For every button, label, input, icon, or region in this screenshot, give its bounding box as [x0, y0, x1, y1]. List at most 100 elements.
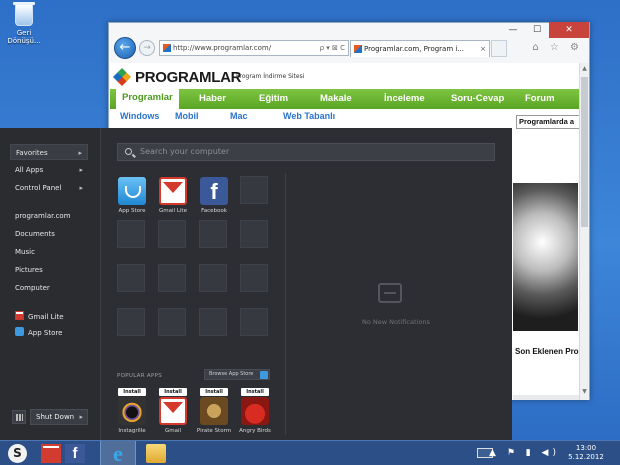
apps-grid-icon[interactable]: [12, 410, 26, 424]
empty-app-slot[interactable]: [240, 176, 268, 204]
site-main-nav: Programlar Haber Eğitim Makale İnceleme …: [110, 88, 580, 110]
instagrille-icon: [118, 397, 146, 425]
empty-app-slot[interactable]: [240, 220, 268, 248]
app-name: Instagrille: [118, 428, 146, 434]
popular-app-instagrille[interactable]: Instagrille: [112, 397, 152, 434]
site-search-input[interactable]: Programlarda a: [516, 115, 580, 129]
shutdown-button[interactable]: Shut Down ▸: [30, 409, 88, 425]
empty-app-slot[interactable]: [158, 308, 186, 336]
notifications-empty-text: No New Notifications: [362, 318, 430, 326]
sidebar-item-documents[interactable]: Documents: [10, 226, 88, 242]
app-tile-app-store[interactable]: App Store: [112, 177, 152, 214]
empty-app-slot[interactable]: [240, 264, 268, 292]
tab-close-icon[interactable]: ×: [480, 41, 486, 57]
app-name: App Store: [118, 208, 146, 214]
taskbar-facebook-icon[interactable]: f: [65, 444, 85, 463]
empty-app-slot[interactable]: [199, 308, 227, 336]
nav-forum[interactable]: Forum: [525, 89, 555, 109]
recycle-bin[interactable]: Geri Dönüşü...: [5, 2, 43, 45]
clock-date: 5.12.2012: [568, 453, 604, 461]
forward-button[interactable]: →: [139, 40, 155, 56]
nav-makale[interactable]: Makale: [320, 89, 352, 109]
empty-app-slot[interactable]: [158, 264, 186, 292]
search-icon: [125, 148, 132, 155]
sidebar-item-control-panel[interactable]: Control Panel ▸: [10, 180, 88, 196]
pirate-storm-icon: [200, 397, 228, 425]
taskbar-gmail-icon[interactable]: [41, 444, 61, 463]
empty-app-slot[interactable]: [117, 220, 145, 248]
empty-app-slot[interactable]: [158, 220, 186, 248]
featured-image[interactable]: [513, 183, 578, 331]
tab-favicon-icon: [354, 45, 362, 53]
gmail-icon: [15, 311, 24, 320]
subnav-web-tabanli[interactable]: Web Tabanlı: [283, 111, 335, 121]
app-store-icon: [118, 177, 146, 205]
install-button-gmail[interactable]: Install: [159, 388, 187, 396]
start-sidebar: Favorites ▸ All Apps ▸ Control Panel ▸ p…: [0, 128, 101, 440]
browser-tools[interactable]: ⌂ ☆ ⚙: [532, 42, 583, 53]
sidebar-item-all-apps[interactable]: All Apps ▸: [10, 162, 88, 178]
nav-egitim[interactable]: Eğitim: [259, 89, 288, 109]
sidebar-item-label: App Store: [28, 329, 63, 337]
taskbar-internet-explorer-icon[interactable]: e: [108, 443, 128, 465]
sidebar-item-favorites[interactable]: Favorites ▸: [10, 144, 88, 160]
empty-app-slot[interactable]: [117, 264, 145, 292]
site-sub-nav: Windows Mobil Mac Web Tabanlı: [110, 111, 580, 127]
app-name: Gmail Lite: [159, 208, 187, 214]
nav-programlar[interactable]: Programlar: [116, 88, 179, 110]
install-button-angry-birds[interactable]: Install: [241, 388, 269, 396]
empty-app-slot[interactable]: [117, 308, 145, 336]
address-bar[interactable]: http://www.programlar.com/ ρ ▾ ⊠ C: [159, 40, 349, 56]
empty-app-slot[interactable]: [240, 308, 268, 336]
sidebar-item-music[interactable]: Music: [10, 244, 88, 260]
app-tile-facebook[interactable]: f Facebook: [194, 177, 234, 214]
sidebar-item-pictures[interactable]: Pictures: [10, 262, 88, 278]
site-right-panel: Son Eklenen Pro: [513, 149, 580, 399]
sidebar-item-computer[interactable]: Computer: [10, 280, 88, 296]
system-tray-icons[interactable]: ▲ ⚑ ▮ ◀): [489, 448, 560, 458]
subnav-mac[interactable]: Mac: [230, 111, 248, 121]
scroll-down-icon[interactable]: ▼: [580, 388, 589, 398]
taskbar: f e ▲ ⚑ ▮ ◀) 13:00 5.12.2012: [0, 440, 620, 465]
install-button-instagrille[interactable]: Install: [118, 388, 146, 396]
taskbar-file-explorer-icon[interactable]: [146, 444, 166, 463]
address-controls[interactable]: ρ ▾ ⊠ C: [320, 41, 345, 55]
empty-app-slot[interactable]: [199, 264, 227, 292]
popular-app-gmail[interactable]: Gmail: [153, 397, 193, 434]
subnav-mobil[interactable]: Mobil: [175, 111, 199, 121]
browser-navbar: ← → http://www.programlar.com/ ρ ▾ ⊠ C P…: [109, 36, 589, 64]
scroll-up-icon[interactable]: ▲: [580, 65, 589, 75]
start-button[interactable]: [8, 444, 27, 463]
back-button[interactable]: ←: [114, 37, 136, 59]
popular-app-pirate-storm[interactable]: Pirate Storm: [194, 397, 234, 434]
browser-tab[interactable]: Programlar.com, Program i... ×: [350, 40, 490, 57]
sidebar-item-programlar[interactable]: programlar.com: [10, 208, 88, 224]
empty-app-slot[interactable]: [199, 220, 227, 248]
subnav-windows[interactable]: Windows: [120, 111, 159, 121]
scroll-thumb[interactable]: [581, 77, 588, 227]
popular-app-angry-birds[interactable]: Angry Birds: [235, 397, 275, 434]
taskbar-clock[interactable]: 13:00 5.12.2012: [566, 444, 606, 462]
search-placeholder: Search your computer: [140, 147, 230, 156]
angry-birds-icon: [241, 397, 269, 425]
start-search-input[interactable]: Search your computer: [117, 143, 495, 161]
horizontal-scrollbar[interactable]: [513, 395, 579, 400]
app-store-icon: [15, 327, 24, 336]
start-menu: Favorites ▸ All Apps ▸ Control Panel ▸ p…: [0, 128, 512, 440]
sidebar-item-gmail-lite[interactable]: Gmail Lite: [10, 309, 88, 325]
install-button-pirate-storm[interactable]: Install: [200, 388, 228, 396]
popular-apps-heading: POPULAR APPS: [117, 373, 162, 379]
latest-heading: Son Eklenen Pro: [515, 347, 579, 356]
site-tagline: Program İndirme Sitesi: [236, 73, 305, 80]
chevron-right-icon: ▸: [79, 413, 83, 421]
nav-haber[interactable]: Haber: [199, 89, 226, 109]
vertical-scrollbar[interactable]: ▲ ▼: [579, 63, 589, 400]
gmail-icon: [159, 397, 187, 425]
nav-inceleme[interactable]: İnceleme: [384, 89, 425, 109]
nav-soru-cevap[interactable]: Soru-Cevap: [451, 89, 504, 109]
app-tile-gmail-lite[interactable]: Gmail Lite: [153, 177, 193, 214]
browse-app-store-button[interactable]: Browse App Store: [204, 369, 270, 380]
site-favicon-icon: [163, 44, 171, 52]
new-tab-button[interactable]: [491, 40, 507, 57]
sidebar-item-app-store[interactable]: App Store: [10, 325, 88, 341]
